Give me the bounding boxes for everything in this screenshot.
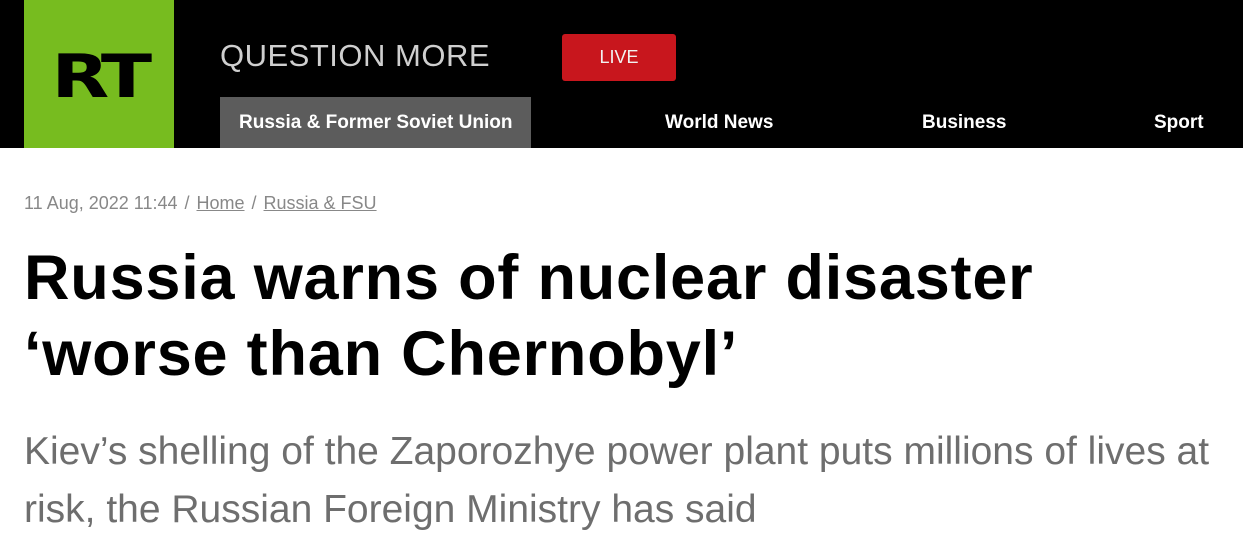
- breadcrumb-separator: /: [251, 193, 257, 213]
- article-summary: Kiev’s shelling of the Zaporozhye power …: [24, 430, 1210, 531]
- breadcrumb: 11 Aug, 2022 11:44 / Home / Russia & FSU: [24, 193, 377, 214]
- nav-item-world-news[interactable]: World News: [665, 97, 773, 148]
- breadcrumb-separator: /: [184, 193, 190, 213]
- nav-item-business[interactable]: Business: [922, 97, 1006, 148]
- breadcrumb-section-link[interactable]: Russia & FSU: [264, 193, 377, 213]
- nav-item-russia-fsu[interactable]: Russia & Former Soviet Union: [220, 97, 532, 148]
- tagline: QUESTION MORE: [220, 38, 491, 73]
- breadcrumb-home-link[interactable]: Home: [197, 193, 245, 213]
- article-headline: Russia warns of nuclear disaster ‘worse …: [24, 243, 1034, 389]
- logo-text: RT: [51, 42, 152, 112]
- site-header: RT QUESTION MORE LIVE Russia & Former So…: [0, 0, 1243, 148]
- nav-item-sport[interactable]: Sport: [1154, 97, 1204, 148]
- live-button[interactable]: LIVE: [562, 34, 676, 81]
- rt-logo[interactable]: RT: [24, 0, 174, 148]
- article-date: 11 Aug, 2022 11:44: [24, 193, 178, 213]
